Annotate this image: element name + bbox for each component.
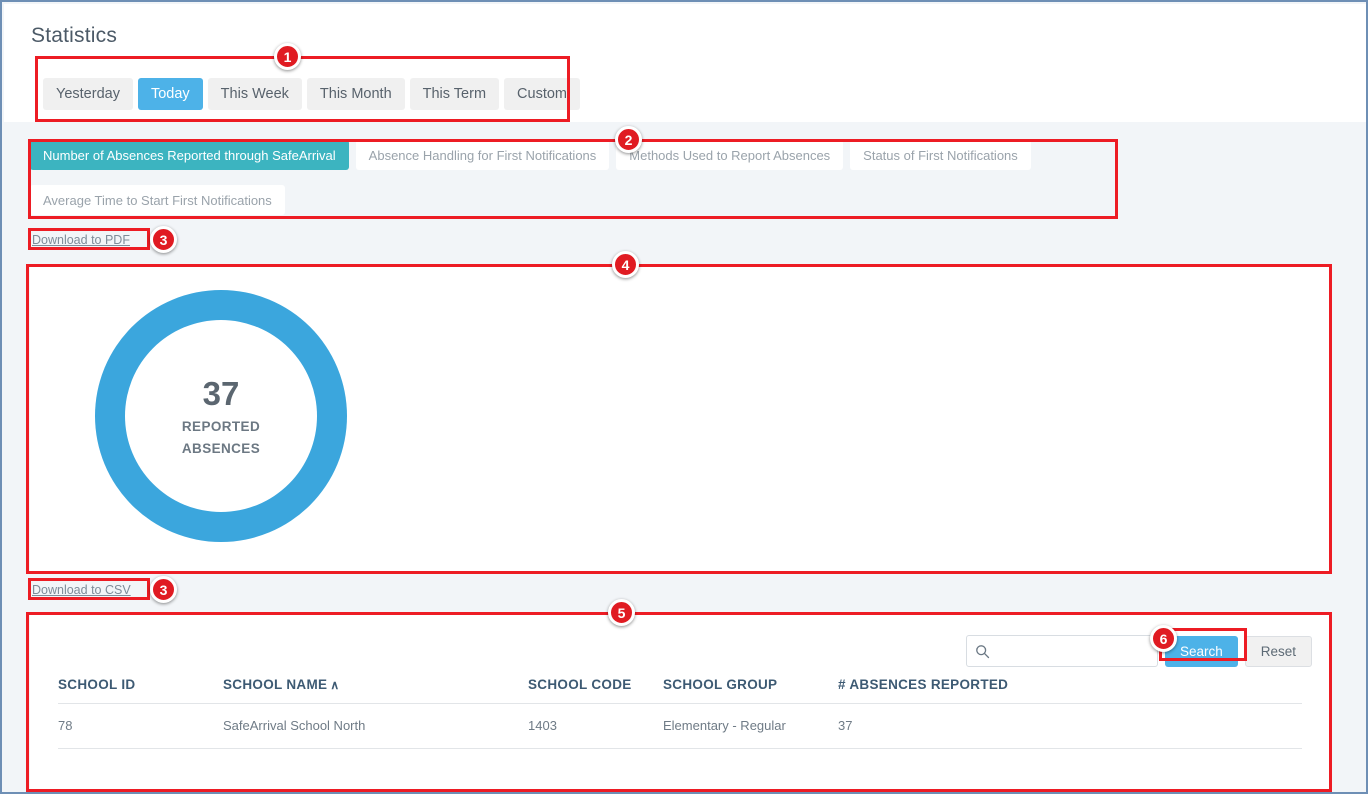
search-row: Search Reset [966, 635, 1312, 667]
statistics-page: Statistics Yesterday Today This Week Thi… [0, 0, 1368, 794]
column-header-school-name-label: SCHOOL NAME [223, 677, 327, 692]
callout-badge-1: 1 [274, 43, 301, 70]
cell-school-group: Elementary - Regular [663, 704, 838, 749]
callout-badge-3-csv: 3 [150, 576, 177, 603]
donut-value: 37 [203, 376, 240, 412]
callout-badge-6: 6 [1150, 625, 1177, 652]
column-header-absences-reported[interactable]: # ABSENCES REPORTED [838, 677, 1302, 704]
table-body: 78 SafeArrival School North 1403 Element… [58, 704, 1302, 749]
page-title: Statistics [31, 24, 117, 48]
range-button-this-week[interactable]: This Week [208, 78, 302, 110]
table-row: 78 SafeArrival School North 1403 Element… [58, 704, 1302, 749]
download-to-csv-link[interactable]: Download to CSV [32, 583, 131, 597]
statistics-tab-bar: Number of Absences Reported through Safe… [30, 140, 1120, 223]
reported-absences-donut-chart: 37 REPORTED ABSENCES [95, 290, 347, 542]
range-button-yesterday[interactable]: Yesterday [43, 78, 133, 110]
cell-school-name-link[interactable]: SafeArrival School North [223, 704, 528, 749]
tabs-row: Number of Absences Reported through Safe… [30, 140, 1120, 223]
range-button-this-term[interactable]: This Term [410, 78, 499, 110]
cell-absences-reported: 37 [838, 704, 1302, 749]
column-header-school-name[interactable]: SCHOOL NAME∧ [223, 677, 528, 704]
header-card: Statistics Yesterday Today This Week Thi… [4, 4, 1366, 122]
column-header-school-group[interactable]: SCHOOL GROUP [663, 677, 838, 704]
tab-absence-handling[interactable]: Absence Handling for First Notifications [356, 140, 610, 170]
range-button-today[interactable]: Today [138, 78, 203, 110]
tab-number-of-absences[interactable]: Number of Absences Reported through Safe… [30, 140, 349, 170]
search-icon [975, 644, 990, 659]
download-to-pdf-link[interactable]: Download to PDF [32, 233, 130, 247]
cell-school-id: 78 [58, 704, 223, 749]
column-header-school-code[interactable]: SCHOOL CODE [528, 677, 663, 704]
tab-average-time-to-start[interactable]: Average Time to Start First Notification… [30, 185, 285, 215]
chart-card: 37 REPORTED ABSENCES [30, 265, 1330, 572]
schools-table: SCHOOL ID SCHOOL NAME∧ SCHOOL CODE SCHOO… [58, 677, 1302, 749]
date-range-button-group: Yesterday Today This Week This Month Thi… [43, 78, 580, 110]
range-button-this-month[interactable]: This Month [307, 78, 405, 110]
range-button-custom[interactable]: Custom [504, 78, 580, 110]
table-header-row: SCHOOL ID SCHOOL NAME∧ SCHOOL CODE SCHOO… [58, 677, 1302, 704]
callout-badge-4: 4 [612, 251, 639, 278]
column-header-school-id[interactable]: SCHOOL ID [58, 677, 223, 704]
callout-badge-3-pdf: 3 [150, 226, 177, 253]
search-box[interactable] [966, 635, 1158, 667]
callout-badge-5: 5 [608, 599, 635, 626]
reset-button[interactable]: Reset [1245, 636, 1312, 667]
tab-methods-used[interactable]: Methods Used to Report Absences [616, 140, 843, 170]
table-header: SCHOOL ID SCHOOL NAME∧ SCHOOL CODE SCHOO… [58, 677, 1302, 704]
cell-school-code: 1403 [528, 704, 663, 749]
donut-center: 37 REPORTED ABSENCES [125, 320, 317, 512]
tab-status-of-first-notifications[interactable]: Status of First Notifications [850, 140, 1031, 170]
schools-table-card: Search Reset SCHOOL ID SCHOOL NAME∧ SCHO… [30, 615, 1330, 790]
donut-label-line2: ABSENCES [182, 441, 260, 456]
callout-badge-2: 2 [615, 126, 642, 153]
donut-label-line1: REPORTED [182, 419, 260, 434]
sort-ascending-caret-icon: ∧ [330, 678, 339, 692]
